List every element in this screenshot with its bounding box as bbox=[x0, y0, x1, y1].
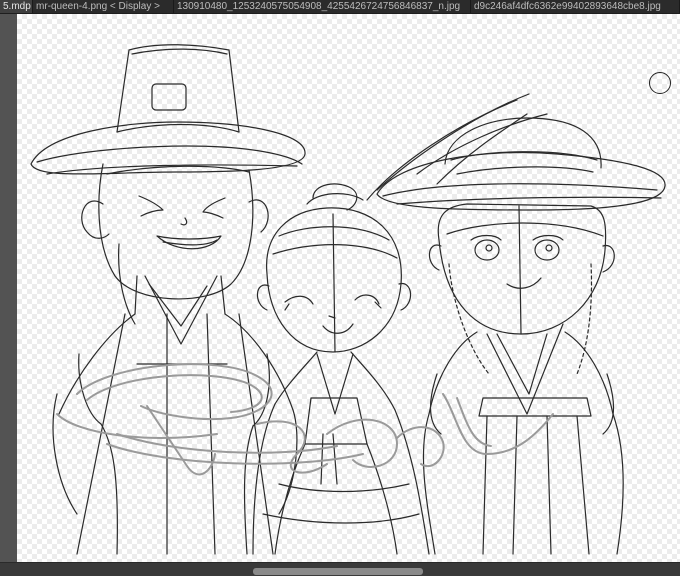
tab-5-mdp[interactable]: 5.mdp bbox=[0, 0, 33, 13]
watermark-swirl bbox=[56, 363, 554, 476]
tab-reference-photo-1[interactable]: 130910480_1253240575054908_4255426724756… bbox=[174, 0, 471, 13]
document-tab-bar: 5.mdp mr-queen-4.png < Display > 1309104… bbox=[0, 0, 680, 14]
left-character-sketch bbox=[30, 44, 306, 555]
tab-mr-queen-4[interactable]: mr-queen-4.png < Display > bbox=[33, 0, 174, 13]
canvas-viewport[interactable] bbox=[0, 14, 680, 562]
right-character-sketch bbox=[366, 93, 666, 555]
sketch-artwork bbox=[30, 44, 666, 555]
horizontal-scrollbar[interactable] bbox=[0, 562, 680, 576]
scrollbar-thumb[interactable] bbox=[253, 568, 423, 575]
drawing-canvas[interactable] bbox=[17, 14, 680, 562]
middle-character-sketch bbox=[252, 183, 430, 555]
tab-reference-photo-2[interactable]: d9c246af4dfc6362e99402893648cbe8.jpg bbox=[471, 0, 680, 13]
brush-cursor-circle bbox=[649, 72, 671, 94]
